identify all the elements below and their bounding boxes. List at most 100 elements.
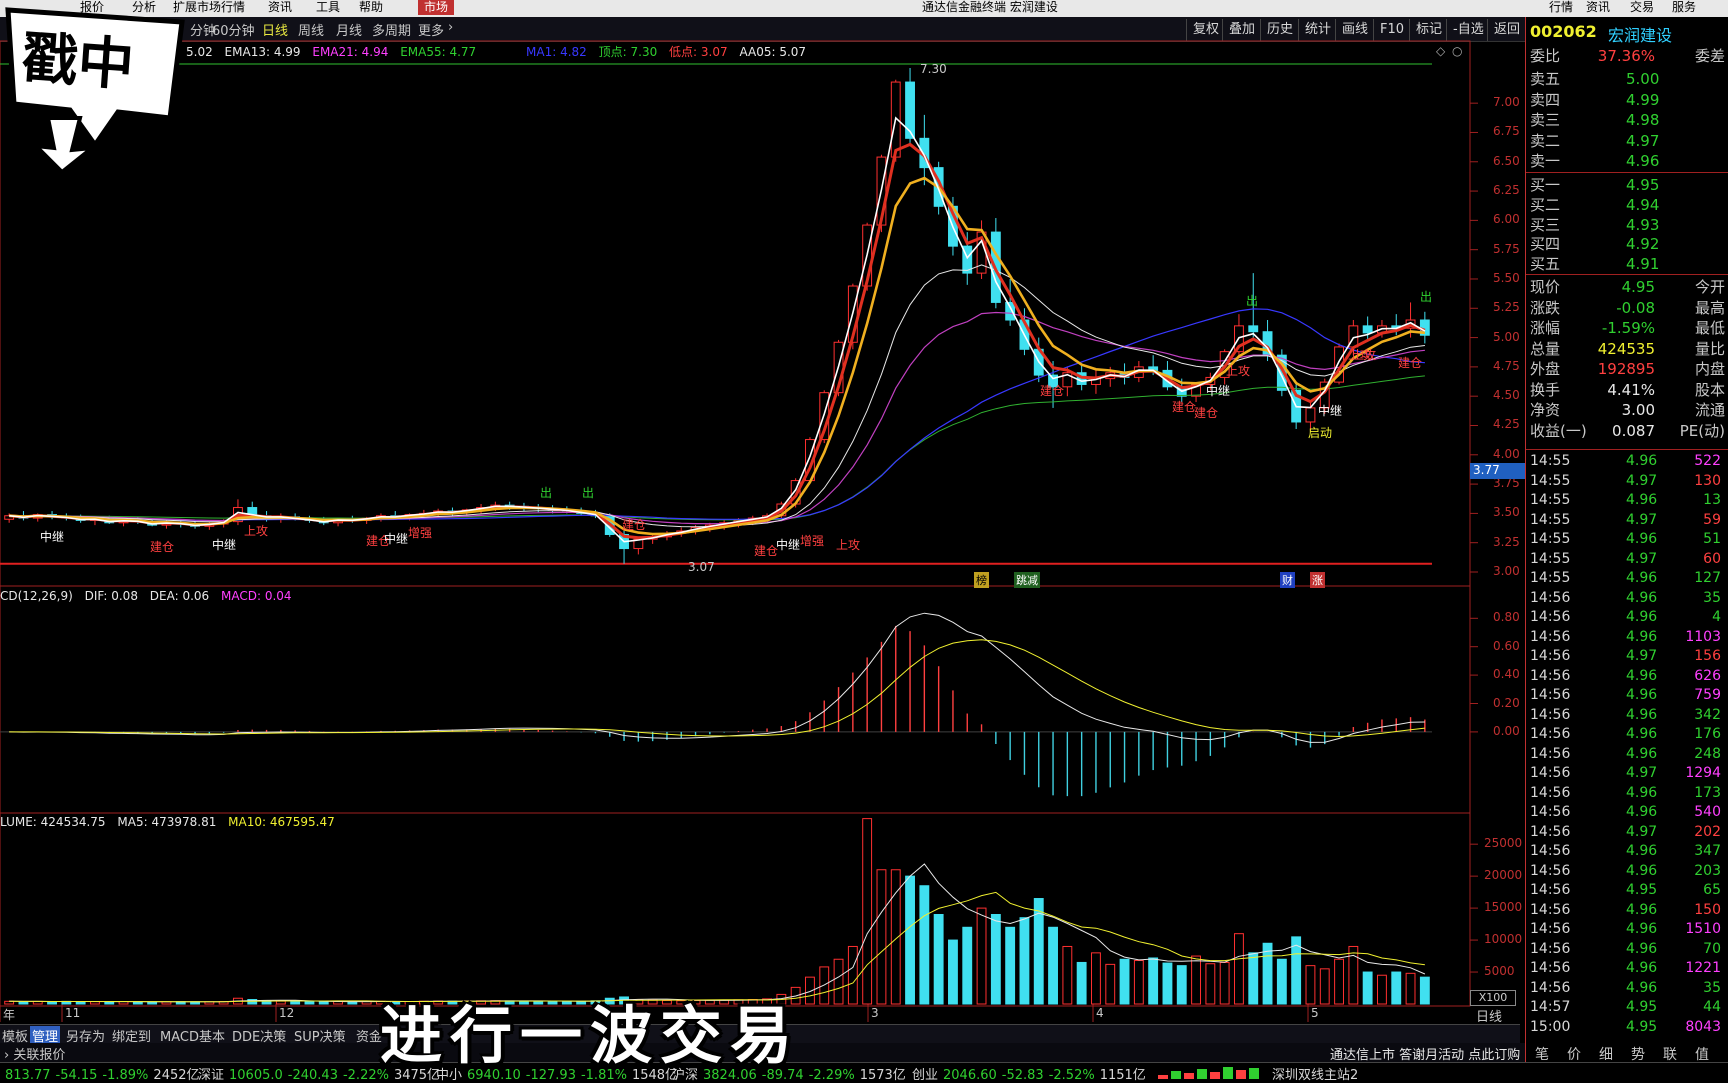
- stock-name: 宏润建设: [1608, 26, 1673, 45]
- tick-row: 14:55 4.96 51: [1530, 530, 1725, 549]
- date-axis-label: 5: [1311, 1006, 1319, 1020]
- tick-price: 4.96: [1626, 570, 1658, 586]
- volume-bar: [1262, 942, 1273, 1005]
- signal-label: 建仓: [1040, 384, 1065, 398]
- top-right-menu-news[interactable]: 资讯: [1586, 0, 1610, 15]
- signal-label: 增强: [408, 526, 433, 540]
- event-tag[interactable]: 财: [1280, 572, 1295, 588]
- breadth-bar: [1171, 1071, 1181, 1079]
- breadth-bar: [1184, 1073, 1194, 1079]
- volume-bar: [1205, 963, 1216, 1005]
- switch-price[interactable]: 价: [1567, 1044, 1581, 1064]
- tick-price: 4.96: [1626, 531, 1658, 547]
- price-axis-label: 7.00: [1493, 95, 1520, 110]
- bid-price: 4.95: [1626, 176, 1660, 194]
- volume-bar: [1019, 917, 1030, 1005]
- weibi-value: 37.36%: [1597, 47, 1655, 65]
- date-axis-label: 11: [65, 1006, 81, 1020]
- ask-row: 卖三 4.98: [1530, 110, 1725, 130]
- tick-row: 14:55 4.97 130: [1530, 472, 1725, 491]
- tick-row: 14:56 4.96 173: [1530, 784, 1725, 803]
- tick-volume: 4: [1712, 609, 1721, 625]
- tick-volume: 130: [1694, 472, 1721, 489]
- weibi-label: 委比: [1530, 47, 1561, 65]
- tick-row: 14:56 4.96 248: [1530, 745, 1725, 764]
- stat-label-secondary: PE(动): [1679, 421, 1725, 440]
- switch-trend[interactable]: 势: [1631, 1044, 1645, 1064]
- stat-value: 4.95: [1621, 278, 1655, 296]
- index-pct: -2.29%: [808, 1068, 855, 1083]
- stat-row: 总量 424535 量比: [1530, 339, 1725, 359]
- tick-volume: 59: [1703, 511, 1721, 528]
- volume-bar: [948, 939, 958, 1005]
- related-quote-link[interactable]: › 关联报价: [4, 1044, 65, 1063]
- ask-row: 卖一 4.96: [1530, 151, 1725, 171]
- volume-bar: [990, 914, 1001, 1005]
- volume-bar: [1148, 957, 1159, 1005]
- tick-time: 14:55: [1530, 550, 1571, 567]
- top-right-menu-quotes[interactable]: 行情: [1549, 0, 1573, 15]
- tick-time: 14:56: [1530, 940, 1571, 957]
- index-ticker-item[interactable]: 创业 2046.60 -52.83 -2.52% 1151亿: [912, 1064, 1151, 1083]
- signal-label: 上攻: [1352, 348, 1377, 362]
- volume-bar: [290, 1000, 301, 1005]
- tick-price: 4.96: [1626, 687, 1658, 703]
- bid-price: 4.93: [1626, 215, 1660, 234]
- tick-row: 14:56 4.96 70: [1530, 940, 1725, 959]
- price-axis-label: 6.00: [1493, 212, 1520, 227]
- volume-bar: [862, 818, 873, 1005]
- volume-bar: [1133, 960, 1144, 1005]
- volume-bar: [1419, 976, 1430, 1005]
- diamond-icon[interactable]: ◇: [1436, 44, 1445, 58]
- stat-label: 总量: [1530, 339, 1561, 358]
- event-tag[interactable]: 跳减: [1014, 572, 1040, 588]
- index-ticker-item[interactable]: 813.77 -54.15 -1.89% 2452亿: [0, 1064, 205, 1083]
- index-ticker: 813.77 -54.15 -1.89% 2452亿 深证 10605.0 -240.43 -…: [0, 1062, 1728, 1083]
- switch-detail[interactable]: 细: [1599, 1044, 1613, 1064]
- weicha-label: 委差: [1694, 47, 1725, 65]
- switch-link[interactable]: 联: [1663, 1044, 1677, 1064]
- macd-axis-label: 0.40: [1493, 667, 1520, 682]
- volume-axis-label: 10000: [1484, 932, 1523, 947]
- tick-price: 4.95: [1626, 1018, 1658, 1035]
- volume-bar: [1191, 955, 1201, 1005]
- stock-chart[interactable]: [0, 0, 1525, 1024]
- tick-price: 4.95: [1626, 882, 1658, 898]
- tick-time: 14:56: [1530, 609, 1571, 625]
- stat-label: 现价: [1530, 278, 1561, 296]
- tick-row: 14:56 4.97 156: [1530, 647, 1725, 666]
- switch-value[interactable]: 值: [1695, 1044, 1709, 1064]
- tick-volume: 342: [1694, 706, 1721, 723]
- stat-value: 0.087: [1612, 421, 1655, 440]
- top-right-menu-service[interactable]: 服务: [1672, 0, 1696, 15]
- tick-price: 4.96: [1626, 745, 1658, 762]
- stat-value: 192895: [1597, 360, 1655, 378]
- event-tag[interactable]: 涨: [1310, 572, 1325, 588]
- volume-bar: [833, 958, 844, 1005]
- tick-volume: 65: [1703, 882, 1721, 898]
- tick-time: 14:56: [1530, 765, 1571, 781]
- stamp-graphic: 戳中: [5, 7, 185, 175]
- server-name: 深圳双线主站2: [1272, 1068, 1359, 1083]
- tick-price: 4.96: [1626, 862, 1658, 879]
- tick-volume: 35: [1703, 979, 1721, 996]
- tick-time: 14:56: [1530, 882, 1571, 898]
- switch-ticks[interactable]: 笔: [1535, 1044, 1549, 1064]
- tick-volume: 44: [1703, 999, 1721, 1015]
- bid-price: 4.94: [1626, 195, 1660, 214]
- close-icon[interactable]: ○: [1452, 44, 1462, 58]
- stat-label-secondary: 量比: [1694, 339, 1725, 358]
- volume-bar: [1162, 962, 1173, 1005]
- signal-label: 中继: [776, 538, 801, 552]
- tick-row: 14:55 4.97 60: [1530, 550, 1725, 569]
- top-right-menu-trade[interactable]: 交易: [1630, 0, 1654, 15]
- volume-bar: [1091, 952, 1101, 1005]
- tick-volume: 1103: [1685, 628, 1721, 645]
- date-axis-label: 年: [3, 1008, 16, 1022]
- event-tag[interactable]: 榜: [974, 572, 989, 588]
- tick-volume: 203: [1694, 862, 1721, 879]
- volume-bar: [1391, 971, 1402, 1005]
- promo-link[interactable]: 通达信上市 答谢月活动 点此订购: [1330, 1044, 1520, 1063]
- breadth-bar: [1249, 1068, 1259, 1079]
- volume-bar: [1119, 958, 1130, 1005]
